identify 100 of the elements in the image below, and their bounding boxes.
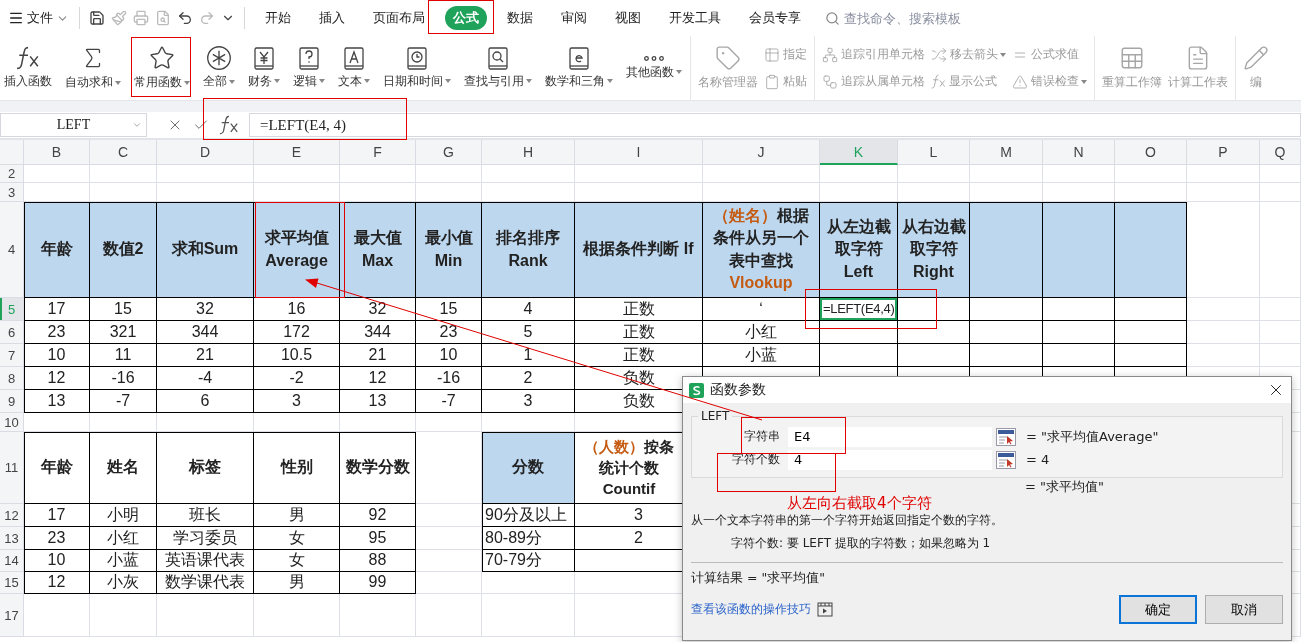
table-cell: 16 <box>254 298 340 321</box>
row-header[interactable]: 6 <box>0 321 24 344</box>
row-header[interactable]: 13 <box>0 527 24 550</box>
dialog-button[interactable]: 确定 <box>1119 595 1197 624</box>
argument-field[interactable]: 4 <box>788 449 992 470</box>
ribbon-button[interactable]: 自动求和 <box>63 36 123 100</box>
dialog-button[interactable]: 取消 <box>1205 595 1283 624</box>
column-header[interactable]: I <box>575 140 703 165</box>
clipboard-icon <box>764 73 780 90</box>
formula-field[interactable]: =LEFT(E4, 4) <box>249 113 1301 137</box>
table-cell: 92 <box>340 504 416 527</box>
row-header[interactable]: 7 <box>0 344 24 367</box>
row-header[interactable]: 17 <box>0 594 24 637</box>
ribbon-tab[interactable]: 开始 <box>257 6 299 30</box>
row-header[interactable]: 3 <box>0 183 24 202</box>
column-header[interactable]: D <box>157 140 254 165</box>
table-cell: 344 <box>340 321 416 344</box>
table-cell: 13 <box>340 390 416 413</box>
column-header[interactable]: Q <box>1260 140 1301 165</box>
ribbon-tab[interactable]: 开发工具 <box>661 6 729 30</box>
tag-icon <box>715 45 741 71</box>
table-cell: -7 <box>90 390 157 413</box>
ribbon-button[interactable]: 查找与引用 <box>462 36 534 100</box>
column-header[interactable]: N <box>1043 140 1115 165</box>
column-header[interactable]: L <box>898 140 970 165</box>
more-icon <box>644 55 664 61</box>
ribbon-button[interactable]: 插入函数 <box>2 36 54 100</box>
row-header[interactable]: 9 <box>0 390 24 413</box>
ribbon-button[interactable]: 常用函数 <box>132 36 192 100</box>
clock-book-icon <box>407 46 427 70</box>
table-cell: 3 <box>254 390 340 413</box>
table-cell: 172 <box>254 321 340 344</box>
ribbon-button[interactable]: 数学和三角 <box>543 36 615 100</box>
header-cell: 年龄 <box>24 432 90 504</box>
table-cell: 12 <box>340 367 416 390</box>
name-box[interactable]: LEFT <box>0 113 147 137</box>
search-book-icon <box>488 46 508 70</box>
column-header[interactable]: F <box>340 140 416 165</box>
function-name: LEFT <box>700 409 731 423</box>
argument-label: 字符串 <box>743 428 781 445</box>
ribbon-button[interactable]: 日期和时间 <box>381 36 453 100</box>
trace-icon <box>822 46 838 63</box>
row-header[interactable]: 4 <box>0 202 24 298</box>
table-cell: 13 <box>24 390 90 413</box>
table-cell: 正数 <box>575 344 703 367</box>
row-header[interactable]: 14 <box>0 550 24 572</box>
table-cell: 2 <box>482 367 575 390</box>
ribbon-button[interactable]: 逻辑 <box>291 36 327 100</box>
search-field[interactable]: 查找命令、搜索模板 <box>825 9 986 27</box>
column-header[interactable]: M <box>970 140 1043 165</box>
table-cell: 15 <box>416 298 482 321</box>
table-cell: 21 <box>157 344 254 367</box>
ribbon-button[interactable]: 财务 <box>246 36 282 100</box>
row-header[interactable]: 10 <box>0 413 24 432</box>
table-cell: 小明 <box>90 504 157 527</box>
column-header[interactable]: P <box>1187 140 1260 165</box>
header-cell: 性别 <box>254 432 340 504</box>
ribbon-tab[interactable]: 审阅 <box>553 6 595 30</box>
row-header[interactable]: 8 <box>0 367 24 390</box>
range-picker-button[interactable] <box>996 450 1016 469</box>
ribbon-tab[interactable]: 会员专享 <box>741 6 809 30</box>
pencil-icon <box>1243 45 1269 71</box>
header-cell: 从右边截取字符 Right <box>898 202 970 298</box>
column-header[interactable]: B <box>24 140 90 165</box>
column-header[interactable]: E <box>254 140 340 165</box>
header-cell: 求平均值 Average <box>254 202 340 298</box>
argument-field[interactable]: E4 <box>788 426 992 447</box>
ribbon-button[interactable]: 其他函数 <box>624 36 684 100</box>
range-picker-button[interactable] <box>996 427 1016 446</box>
table-cell: 小灰 <box>90 572 157 594</box>
table-cell: 小红 <box>90 527 157 550</box>
ribbon-tab[interactable]: 数据 <box>499 6 541 30</box>
calculation-result: 计算结果 = "求平均值" <box>691 569 825 587</box>
file-menu[interactable]: 文件 <box>4 9 73 27</box>
column-header[interactable]: H <box>482 140 575 165</box>
ribbon-tab[interactable]: 页面布局 <box>365 6 433 30</box>
header-cell: 年龄 <box>24 202 90 298</box>
row-header[interactable]: 2 <box>0 165 24 183</box>
header-cell: 最大值 Max <box>340 202 416 298</box>
row-header[interactable]: 15 <box>0 572 24 594</box>
row-header[interactable]: 12 <box>0 504 24 527</box>
table-cell: 21 <box>340 344 416 367</box>
column-header[interactable]: J <box>703 140 820 165</box>
row-header[interactable]: 11 <box>0 432 24 504</box>
table-cell: 学习委员 <box>157 527 254 550</box>
ribbon-button[interactable]: 文本 <box>336 36 372 100</box>
column-header[interactable]: O <box>1115 140 1187 165</box>
warning-icon <box>1012 73 1028 90</box>
active-cell[interactable]: =LEFT(E4,4) <box>820 298 898 321</box>
dropdown-icon <box>132 120 142 130</box>
ribbon-tab[interactable]: 插入 <box>311 6 353 30</box>
column-header[interactable]: G <box>416 140 482 165</box>
help-link[interactable]: 查看该函数的操作技巧 <box>691 601 833 618</box>
column-header[interactable]: C <box>90 140 157 165</box>
table-cell: 5 <box>482 321 575 344</box>
arrows-icon <box>931 46 947 63</box>
header-cell: 分数 <box>482 432 575 504</box>
letter-book-icon <box>344 46 364 70</box>
ribbon-tab[interactable]: 视图 <box>607 6 649 30</box>
ribbon-button[interactable]: 全部 <box>201 36 237 100</box>
